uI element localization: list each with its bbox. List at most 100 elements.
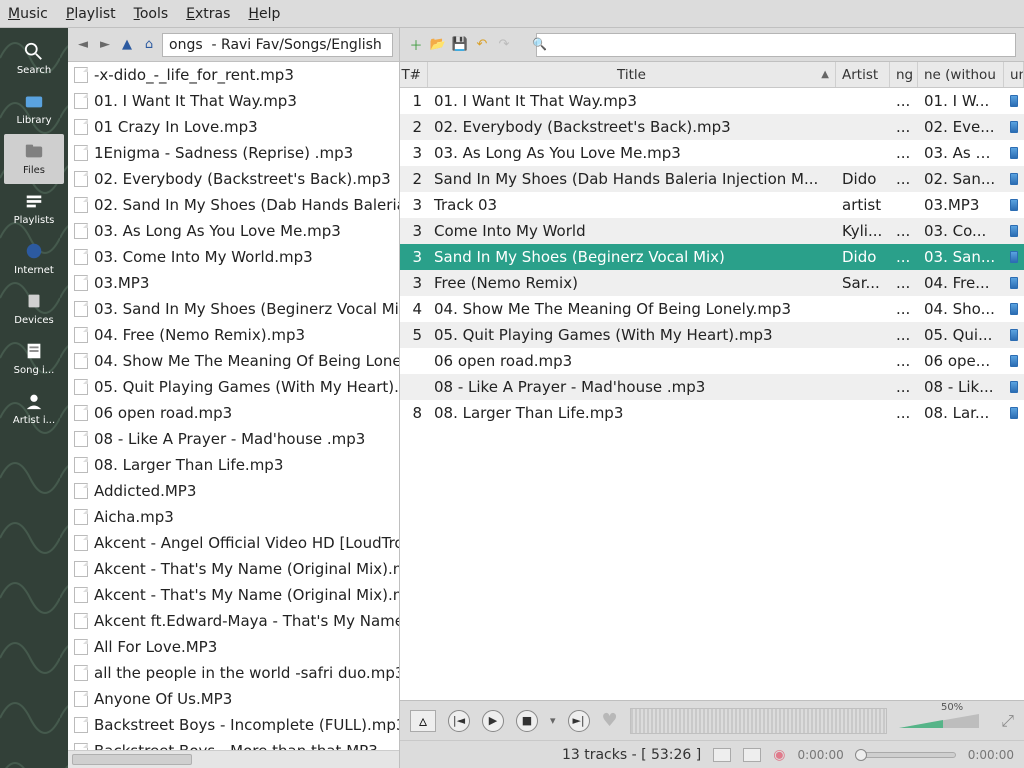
- playlist-row[interactable]: 404. Show Me The Meaning Of Being Lonely…: [400, 296, 1024, 322]
- play-button[interactable]: ▶: [482, 710, 504, 732]
- file-row[interactable]: 06 open road.mp3: [68, 400, 399, 426]
- col-unknown[interactable]: un: [1004, 62, 1024, 87]
- volume-slider[interactable]: 50%: [899, 714, 989, 728]
- sidebar-item-internet[interactable]: Internet: [4, 234, 64, 284]
- file-icon: [74, 691, 88, 707]
- col-title[interactable]: Title▲: [428, 62, 836, 87]
- playlist-body[interactable]: 101. I Want It That Way.mp3...01. I W...…: [400, 88, 1024, 700]
- sidebar-item-devices[interactable]: Devices: [4, 284, 64, 334]
- file-row[interactable]: 02. Everybody (Backstreet's Back).mp3: [68, 166, 399, 192]
- file-row[interactable]: Aicha.mp3: [68, 504, 399, 530]
- playlist-row[interactable]: 505. Quit Playing Games (With My Heart).…: [400, 322, 1024, 348]
- file-row[interactable]: 08 - Like A Prayer - Mad'house .mp3: [68, 426, 399, 452]
- playlist-undo-icon[interactable]: ↶: [474, 37, 490, 53]
- playlist-row[interactable]: 303. As Long As You Love Me.mp3...03. As…: [400, 140, 1024, 166]
- favorite-icon[interactable]: ♥: [602, 710, 618, 731]
- scrobble-icon[interactable]: ◉: [773, 747, 785, 763]
- playlist-redo-icon[interactable]: ↷: [496, 37, 512, 53]
- cell-album-art: [1004, 225, 1024, 237]
- sidebar-item-search[interactable]: Search: [4, 34, 64, 84]
- playlist-row[interactable]: 808. Larger Than Life.mp3...08. Lar...: [400, 400, 1024, 426]
- cell-length: ...: [890, 222, 918, 240]
- sidebar-item-artistinfo[interactable]: Artist i...: [4, 384, 64, 434]
- file-row[interactable]: Backstreet Boys - Incomplete (FULL).mp3: [68, 712, 399, 738]
- path-input[interactable]: [162, 33, 393, 57]
- nav-forward-icon[interactable]: ►: [96, 36, 114, 54]
- album-icon: [1010, 225, 1018, 237]
- playlist-open-icon[interactable]: 📂: [430, 37, 446, 53]
- file-row[interactable]: 03.MP3: [68, 270, 399, 296]
- file-row[interactable]: -x-dido_-_life_for_rent.mp3: [68, 62, 399, 88]
- nav-up-icon[interactable]: ▲: [118, 36, 136, 54]
- file-row[interactable]: 05. Quit Playing Games (With My Heart).m…: [68, 374, 399, 400]
- sidebar-item-playlists[interactable]: Playlists: [4, 184, 64, 234]
- file-row[interactable]: 04. Show Me The Meaning Of Being Lonely.…: [68, 348, 399, 374]
- playlist-row[interactable]: 101. I Want It That Way.mp3...01. I W...: [400, 88, 1024, 114]
- playlist-row[interactable]: 3Come Into My WorldKyli......03. Co...: [400, 218, 1024, 244]
- file-row[interactable]: Backstreet Boys - More than that.MP3: [68, 738, 399, 750]
- menu-extras[interactable]: Extras: [186, 6, 230, 22]
- expand-icon[interactable]: ⤢: [1001, 711, 1014, 731]
- file-row[interactable]: 02. Sand In My Shoes (Dab Hands Baleria …: [68, 192, 399, 218]
- file-name: 05. Quit Playing Games (With My Heart).m…: [94, 378, 399, 396]
- playlist-row[interactable]: 08 - Like A Prayer - Mad'house .mp3...08…: [400, 374, 1024, 400]
- playlist-row[interactable]: 3Free (Nemo Remix)Sar......04. Fre...: [400, 270, 1024, 296]
- file-name: 02. Sand In My Shoes (Dab Hands Baleria …: [94, 196, 399, 214]
- dropdown-icon[interactable]: ▾: [550, 714, 556, 727]
- menu-tools[interactable]: Tools: [134, 6, 169, 22]
- playlist-row[interactable]: 3Sand In My Shoes (Beginerz Vocal Mix)Di…: [400, 244, 1024, 270]
- file-row[interactable]: 03. As Long As You Love Me.mp3: [68, 218, 399, 244]
- menu-music[interactable]: Music: [8, 6, 48, 22]
- file-row[interactable]: All For Love.MP3: [68, 634, 399, 660]
- repeat-icon[interactable]: [713, 748, 731, 762]
- file-row[interactable]: all the people in the world -safri duo.m…: [68, 660, 399, 686]
- collapse-panel-button[interactable]: ▵: [410, 710, 436, 732]
- playlist-new-icon[interactable]: ＋: [408, 37, 424, 53]
- menu-help[interactable]: Help: [248, 6, 280, 22]
- menu-playlist[interactable]: Playlist: [66, 6, 116, 22]
- seek-slider[interactable]: [856, 752, 956, 758]
- playlist-header[interactable]: T# Title▲ Artist ng ne (withou un: [400, 62, 1024, 88]
- sidebar-item-files[interactable]: Files: [4, 134, 64, 184]
- col-filename[interactable]: ne (withou: [918, 62, 1004, 87]
- shuffle-icon[interactable]: [743, 748, 761, 762]
- menubar: Music Playlist Tools Extras Help: [0, 0, 1024, 28]
- file-row[interactable]: Addicted.MP3: [68, 478, 399, 504]
- sidebar-item-library[interactable]: Library: [4, 84, 64, 134]
- file-hscrollbar[interactable]: [68, 750, 399, 768]
- file-row[interactable]: 1Enigma - Sadness (Reprise) .mp3: [68, 140, 399, 166]
- file-row[interactable]: 03. Come Into My World.mp3: [68, 244, 399, 270]
- file-row[interactable]: Anyone Of Us.MP3: [68, 686, 399, 712]
- col-artist[interactable]: Artist: [836, 62, 890, 87]
- file-row[interactable]: 08. Larger Than Life.mp3: [68, 452, 399, 478]
- file-row[interactable]: Akcent ft.Edward-Maya - That's My Name.m…: [68, 608, 399, 634]
- file-list[interactable]: -x-dido_-_life_for_rent.mp301. I Want It…: [68, 62, 399, 750]
- playlist-row[interactable]: 202. Everybody (Backstreet's Back).mp3..…: [400, 114, 1024, 140]
- prev-button[interactable]: |◄: [448, 710, 470, 732]
- cell-filename: 04. Fre...: [918, 274, 1004, 292]
- sidebar-item-songinfo[interactable]: Song i...: [4, 334, 64, 384]
- album-icon: [1010, 121, 1018, 133]
- playlist-row[interactable]: 06 open road.mp3...06 ope...: [400, 348, 1024, 374]
- file-row[interactable]: 04. Free (Nemo Remix).mp3: [68, 322, 399, 348]
- cell-title: Free (Nemo Remix): [428, 274, 836, 292]
- playlist-row[interactable]: 2Sand In My Shoes (Dab Hands Baleria Inj…: [400, 166, 1024, 192]
- album-icon: [1010, 329, 1018, 341]
- file-name: Backstreet Boys - More than that.MP3: [94, 742, 378, 750]
- col-track-number[interactable]: T#: [400, 62, 428, 87]
- col-length[interactable]: ng: [890, 62, 918, 87]
- nav-back-icon[interactable]: ◄: [74, 36, 92, 54]
- cell-track-number: 3: [400, 222, 428, 240]
- file-row[interactable]: Akcent - Angel Official Video HD [LoudTr…: [68, 530, 399, 556]
- file-row[interactable]: 03. Sand In My Shoes (Beginerz Vocal Mix…: [68, 296, 399, 322]
- file-row[interactable]: 01 Crazy In Love.mp3: [68, 114, 399, 140]
- playlist-filter-input[interactable]: [536, 33, 1016, 57]
- file-row[interactable]: Akcent - That's My Name (Original Mix).m…: [68, 582, 399, 608]
- file-row[interactable]: Akcent - That's My Name (Original Mix).m…: [68, 556, 399, 582]
- nav-home-icon[interactable]: ⌂: [140, 36, 158, 54]
- playlist-row[interactable]: 3Track 03artist03.MP3: [400, 192, 1024, 218]
- file-row[interactable]: 01. I Want It That Way.mp3: [68, 88, 399, 114]
- next-button[interactable]: ►|: [568, 710, 590, 732]
- playlist-save-icon[interactable]: 💾: [452, 37, 468, 53]
- stop-button[interactable]: ■: [516, 710, 538, 732]
